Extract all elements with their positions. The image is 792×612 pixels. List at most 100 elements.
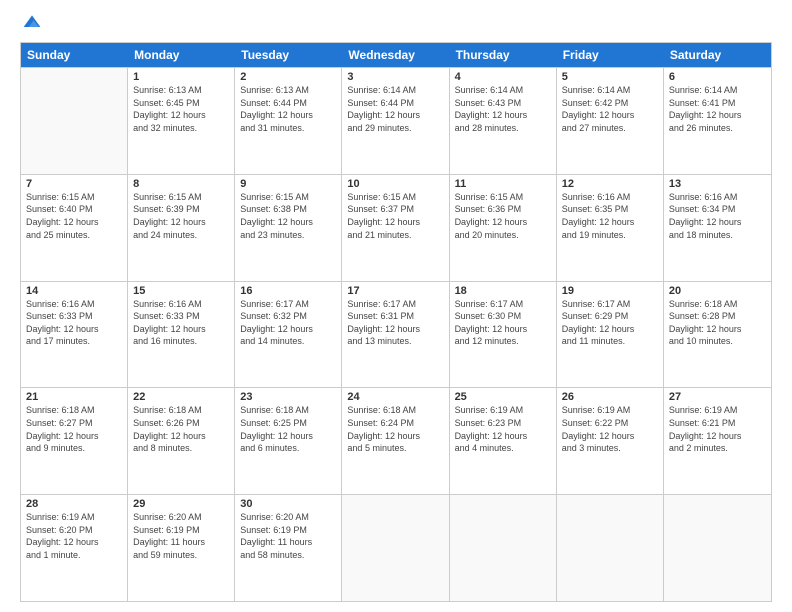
day-number: 6 [669,71,766,83]
day-number: 2 [240,71,336,83]
day-number: 10 [347,178,443,190]
day-number: 27 [669,391,766,403]
day-cell-18: 18Sunrise: 6:17 AMSunset: 6:30 PMDayligh… [450,282,557,388]
empty-cell [21,68,128,174]
day-number: 24 [347,391,443,403]
empty-cell [450,495,557,601]
day-cell-8: 8Sunrise: 6:15 AMSunset: 6:39 PMDaylight… [128,175,235,281]
day-number: 9 [240,178,336,190]
day-info: Sunrise: 6:19 AMSunset: 6:20 PMDaylight:… [26,511,122,561]
day-cell-24: 24Sunrise: 6:18 AMSunset: 6:24 PMDayligh… [342,388,449,494]
day-info: Sunrise: 6:14 AMSunset: 6:43 PMDaylight:… [455,84,551,134]
day-cell-28: 28Sunrise: 6:19 AMSunset: 6:20 PMDayligh… [21,495,128,601]
day-number: 16 [240,285,336,297]
day-info: Sunrise: 6:19 AMSunset: 6:22 PMDaylight:… [562,404,658,454]
day-info: Sunrise: 6:18 AMSunset: 6:24 PMDaylight:… [347,404,443,454]
day-info: Sunrise: 6:14 AMSunset: 6:41 PMDaylight:… [669,84,766,134]
logo [20,16,42,32]
day-info: Sunrise: 6:18 AMSunset: 6:26 PMDaylight:… [133,404,229,454]
day-number: 1 [133,71,229,83]
day-info: Sunrise: 6:16 AMSunset: 6:33 PMDaylight:… [133,298,229,348]
day-cell-27: 27Sunrise: 6:19 AMSunset: 6:21 PMDayligh… [664,388,771,494]
day-cell-4: 4Sunrise: 6:14 AMSunset: 6:43 PMDaylight… [450,68,557,174]
day-info: Sunrise: 6:16 AMSunset: 6:34 PMDaylight:… [669,191,766,241]
day-cell-9: 9Sunrise: 6:15 AMSunset: 6:38 PMDaylight… [235,175,342,281]
day-cell-6: 6Sunrise: 6:14 AMSunset: 6:41 PMDaylight… [664,68,771,174]
day-header-saturday: Saturday [664,43,771,67]
day-cell-14: 14Sunrise: 6:16 AMSunset: 6:33 PMDayligh… [21,282,128,388]
day-info: Sunrise: 6:17 AMSunset: 6:29 PMDaylight:… [562,298,658,348]
day-number: 29 [133,498,229,510]
page: SundayMondayTuesdayWednesdayThursdayFrid… [0,0,792,612]
day-info: Sunrise: 6:17 AMSunset: 6:32 PMDaylight:… [240,298,336,348]
day-cell-13: 13Sunrise: 6:16 AMSunset: 6:34 PMDayligh… [664,175,771,281]
header [20,16,772,32]
day-cell-10: 10Sunrise: 6:15 AMSunset: 6:37 PMDayligh… [342,175,449,281]
day-info: Sunrise: 6:14 AMSunset: 6:42 PMDaylight:… [562,84,658,134]
day-header-wednesday: Wednesday [342,43,449,67]
day-cell-5: 5Sunrise: 6:14 AMSunset: 6:42 PMDaylight… [557,68,664,174]
day-cell-26: 26Sunrise: 6:19 AMSunset: 6:22 PMDayligh… [557,388,664,494]
day-number: 28 [26,498,122,510]
day-number: 23 [240,391,336,403]
day-cell-3: 3Sunrise: 6:14 AMSunset: 6:44 PMDaylight… [342,68,449,174]
day-info: Sunrise: 6:20 AMSunset: 6:19 PMDaylight:… [133,511,229,561]
day-number: 30 [240,498,336,510]
day-info: Sunrise: 6:14 AMSunset: 6:44 PMDaylight:… [347,84,443,134]
day-info: Sunrise: 6:19 AMSunset: 6:21 PMDaylight:… [669,404,766,454]
day-number: 4 [455,71,551,83]
day-number: 13 [669,178,766,190]
day-number: 5 [562,71,658,83]
day-number: 18 [455,285,551,297]
day-cell-21: 21Sunrise: 6:18 AMSunset: 6:27 PMDayligh… [21,388,128,494]
day-cell-19: 19Sunrise: 6:17 AMSunset: 6:29 PMDayligh… [557,282,664,388]
week-row-2: 7Sunrise: 6:15 AMSunset: 6:40 PMDaylight… [21,174,771,281]
day-info: Sunrise: 6:15 AMSunset: 6:39 PMDaylight:… [133,191,229,241]
day-info: Sunrise: 6:13 AMSunset: 6:45 PMDaylight:… [133,84,229,134]
day-info: Sunrise: 6:16 AMSunset: 6:35 PMDaylight:… [562,191,658,241]
day-cell-11: 11Sunrise: 6:15 AMSunset: 6:36 PMDayligh… [450,175,557,281]
empty-cell [342,495,449,601]
day-number: 3 [347,71,443,83]
day-number: 22 [133,391,229,403]
day-number: 12 [562,178,658,190]
day-number: 21 [26,391,122,403]
day-header-sunday: Sunday [21,43,128,67]
day-number: 11 [455,178,551,190]
day-cell-23: 23Sunrise: 6:18 AMSunset: 6:25 PMDayligh… [235,388,342,494]
day-cell-20: 20Sunrise: 6:18 AMSunset: 6:28 PMDayligh… [664,282,771,388]
calendar: SundayMondayTuesdayWednesdayThursdayFrid… [20,42,772,602]
day-info: Sunrise: 6:18 AMSunset: 6:27 PMDaylight:… [26,404,122,454]
day-header-friday: Friday [557,43,664,67]
day-number: 14 [26,285,122,297]
day-number: 26 [562,391,658,403]
day-header-monday: Monday [128,43,235,67]
day-number: 19 [562,285,658,297]
logo-icon [22,12,42,32]
day-info: Sunrise: 6:17 AMSunset: 6:31 PMDaylight:… [347,298,443,348]
day-info: Sunrise: 6:19 AMSunset: 6:23 PMDaylight:… [455,404,551,454]
day-cell-17: 17Sunrise: 6:17 AMSunset: 6:31 PMDayligh… [342,282,449,388]
day-number: 8 [133,178,229,190]
day-info: Sunrise: 6:17 AMSunset: 6:30 PMDaylight:… [455,298,551,348]
week-row-3: 14Sunrise: 6:16 AMSunset: 6:33 PMDayligh… [21,281,771,388]
day-cell-12: 12Sunrise: 6:16 AMSunset: 6:35 PMDayligh… [557,175,664,281]
day-cell-7: 7Sunrise: 6:15 AMSunset: 6:40 PMDaylight… [21,175,128,281]
day-number: 15 [133,285,229,297]
calendar-header: SundayMondayTuesdayWednesdayThursdayFrid… [21,43,771,67]
day-header-tuesday: Tuesday [235,43,342,67]
day-cell-15: 15Sunrise: 6:16 AMSunset: 6:33 PMDayligh… [128,282,235,388]
week-row-1: 1Sunrise: 6:13 AMSunset: 6:45 PMDaylight… [21,67,771,174]
empty-cell [557,495,664,601]
day-cell-30: 30Sunrise: 6:20 AMSunset: 6:19 PMDayligh… [235,495,342,601]
day-cell-2: 2Sunrise: 6:13 AMSunset: 6:44 PMDaylight… [235,68,342,174]
week-row-4: 21Sunrise: 6:18 AMSunset: 6:27 PMDayligh… [21,387,771,494]
day-cell-25: 25Sunrise: 6:19 AMSunset: 6:23 PMDayligh… [450,388,557,494]
day-header-thursday: Thursday [450,43,557,67]
calendar-body: 1Sunrise: 6:13 AMSunset: 6:45 PMDaylight… [21,67,771,601]
day-number: 7 [26,178,122,190]
day-info: Sunrise: 6:15 AMSunset: 6:38 PMDaylight:… [240,191,336,241]
day-info: Sunrise: 6:16 AMSunset: 6:33 PMDaylight:… [26,298,122,348]
day-info: Sunrise: 6:20 AMSunset: 6:19 PMDaylight:… [240,511,336,561]
week-row-5: 28Sunrise: 6:19 AMSunset: 6:20 PMDayligh… [21,494,771,601]
